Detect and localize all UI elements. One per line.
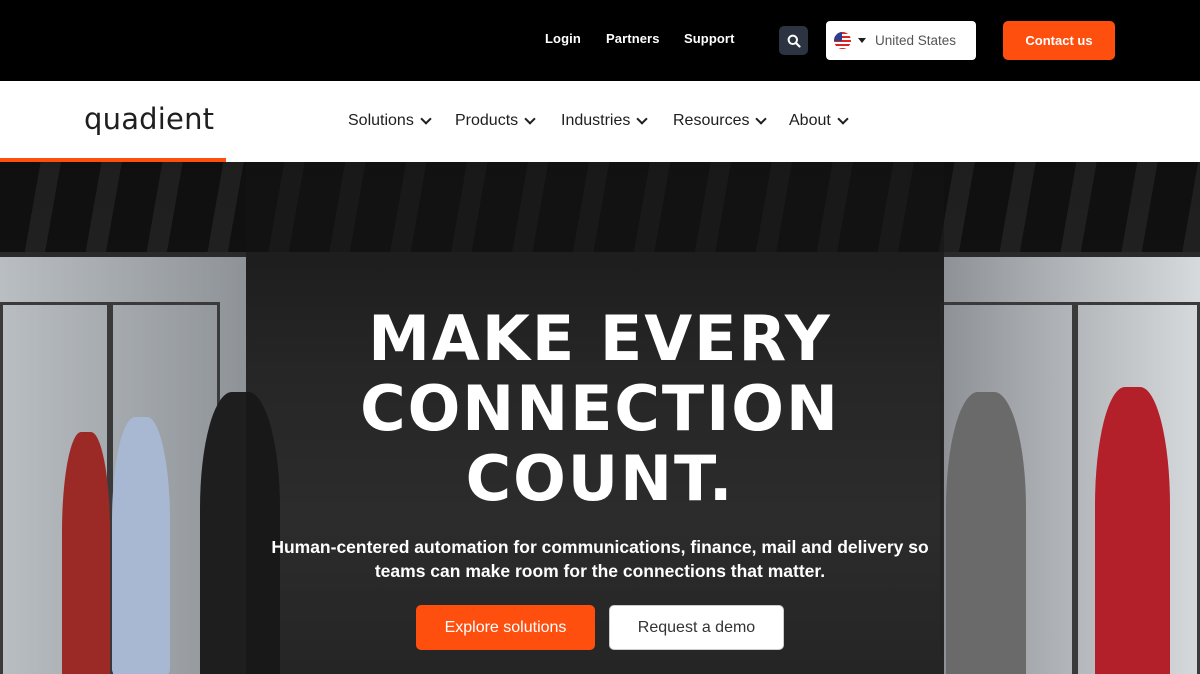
top-utility-bar: Login Partners Support United States Con… bbox=[0, 0, 1200, 81]
country-selector[interactable]: United States bbox=[826, 21, 976, 60]
nav-item-label: About bbox=[789, 112, 831, 129]
hero-headline: MAKE EVERY CONNECTION COUNT. bbox=[0, 304, 1200, 514]
chevron-down-icon bbox=[636, 113, 649, 125]
nav-item-products[interactable]: Products bbox=[455, 112, 536, 130]
login-link[interactable]: Login bbox=[545, 31, 581, 46]
search-icon bbox=[787, 34, 801, 48]
headline-line: CONNECTION bbox=[360, 372, 840, 445]
logo-text: quadient bbox=[84, 102, 215, 136]
support-link[interactable]: Support bbox=[684, 31, 735, 46]
chevron-down-icon bbox=[755, 113, 768, 125]
chevron-down-icon bbox=[837, 113, 849, 125]
nav-item-about[interactable]: About bbox=[789, 112, 849, 130]
partners-link[interactable]: Partners bbox=[606, 31, 660, 46]
search-button[interactable] bbox=[779, 26, 808, 55]
us-flag-icon bbox=[834, 32, 851, 49]
main-navigation: quadient Solutions Products Industries R… bbox=[0, 81, 1200, 162]
hero-section: MAKE EVERY CONNECTION COUNT. Human-cente… bbox=[0, 162, 1200, 674]
country-label: United States bbox=[875, 33, 957, 48]
nav-item-label: Industries bbox=[561, 112, 631, 129]
headline-line: COUNT. bbox=[465, 442, 735, 515]
nav-item-resources[interactable]: Resources bbox=[673, 112, 768, 130]
nav-item-industries[interactable]: Industries bbox=[561, 112, 649, 130]
nav-item-label: Resources bbox=[673, 112, 750, 129]
request-demo-button[interactable]: Request a demo bbox=[609, 605, 784, 650]
contact-us-button[interactable]: Contact us bbox=[1003, 21, 1115, 60]
headline-line: MAKE EVERY bbox=[368, 302, 832, 375]
hero-subtitle: Human-centered automation for communicat… bbox=[250, 535, 950, 583]
nav-item-label: Solutions bbox=[348, 112, 414, 129]
chevron-down-icon bbox=[524, 113, 536, 125]
subtitle-line: Human-centered automation for communicat… bbox=[271, 537, 929, 557]
subtitle-line: teams can make room for the connections … bbox=[374, 561, 826, 581]
chevron-down-icon bbox=[858, 38, 866, 43]
chevron-down-icon bbox=[420, 113, 432, 125]
nav-item-solutions[interactable]: Solutions bbox=[348, 112, 432, 130]
explore-solutions-button[interactable]: Explore solutions bbox=[416, 605, 595, 650]
nav-item-label: Products bbox=[455, 112, 519, 129]
